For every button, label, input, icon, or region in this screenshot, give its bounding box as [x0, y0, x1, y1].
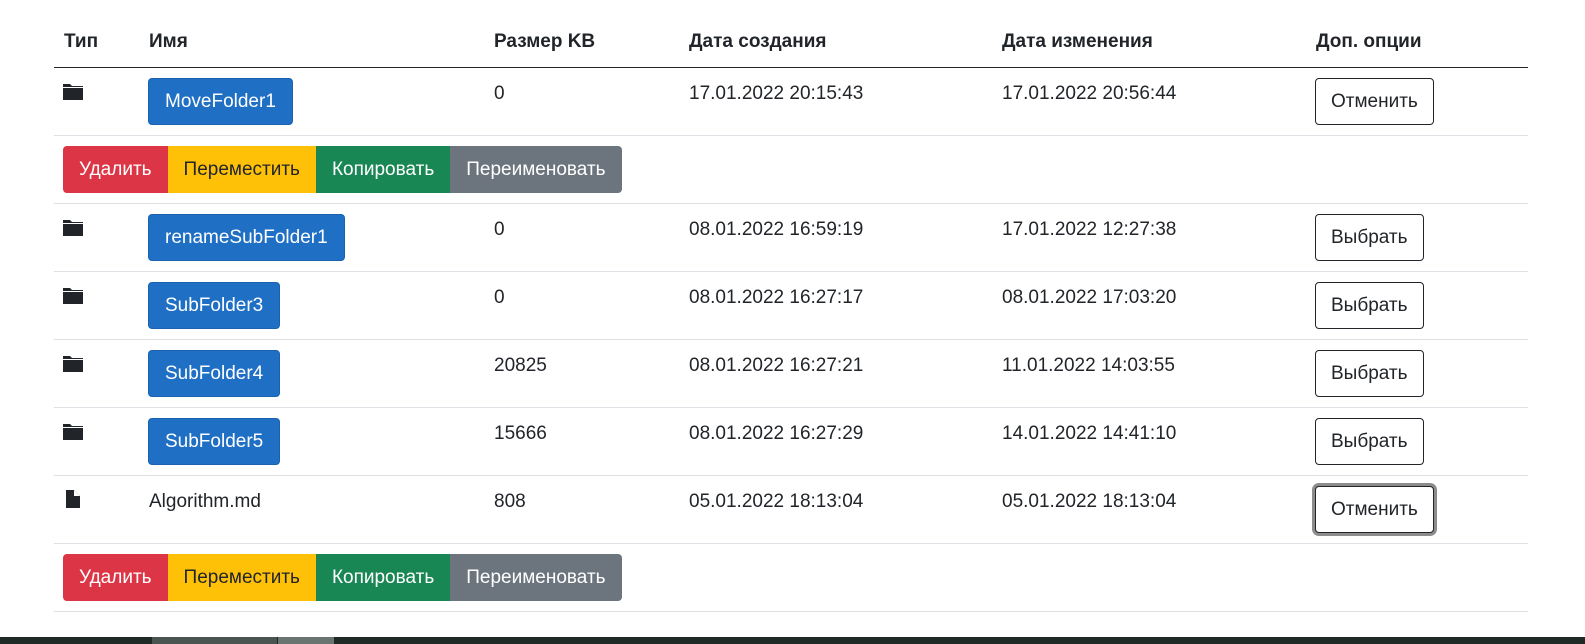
header-modified: Дата изменения	[1002, 31, 1153, 52]
created-cell: 08.01.2022 16:59:19	[689, 219, 864, 240]
modified-cell: 17.01.2022 20:56:44	[1002, 83, 1177, 104]
folder-name-button[interactable]: renameSubFolder1	[148, 214, 345, 261]
rename-button[interactable]: Переименовать	[450, 554, 622, 601]
copy-button[interactable]: Копировать	[315, 554, 451, 601]
created-cell: 08.01.2022 16:27:29	[689, 423, 864, 444]
folder-icon	[63, 220, 83, 236]
table-row: Algorithm.md 808 05.01.2022 18:13:04 05.…	[54, 476, 1528, 544]
table-row: renameSubFolder1 0 08.01.2022 16:59:19 1…	[54, 204, 1528, 272]
file-name[interactable]: Algorithm.md	[149, 491, 261, 513]
select-button[interactable]: Выбрать	[1315, 418, 1424, 465]
action-row: Удалить Переместить Копировать Переимено…	[54, 544, 1528, 612]
created-cell: 05.01.2022 18:13:04	[689, 491, 864, 512]
table-row: MoveFolder1 0 17.01.2022 20:15:43 17.01.…	[54, 68, 1528, 136]
folder-name-button[interactable]: SubFolder3	[148, 282, 281, 329]
taskbar	[0, 637, 1585, 644]
size-cell: 15666	[494, 423, 547, 444]
action-button-group: Удалить Переместить Копировать Переимено…	[63, 146, 622, 193]
modified-cell: 05.01.2022 18:13:04	[1002, 491, 1177, 512]
cancel-button[interactable]: Отменить	[1315, 486, 1434, 533]
size-cell: 0	[494, 287, 505, 308]
table-row: SubFolder5 15666 08.01.2022 16:27:29 14.…	[54, 408, 1528, 476]
file-table: Тип Имя Размер KB Дата создания Дата изм…	[54, 0, 1528, 612]
delete-button[interactable]: Удалить	[63, 146, 168, 193]
file-icon	[66, 490, 80, 508]
size-cell: 808	[494, 491, 526, 512]
modified-cell: 14.01.2022 14:41:10	[1002, 423, 1177, 444]
created-cell: 08.01.2022 16:27:17	[689, 287, 864, 308]
action-button-group: Удалить Переместить Копировать Переимено…	[63, 554, 622, 601]
modified-cell: 08.01.2022 17:03:20	[1002, 287, 1177, 308]
taskbar-item[interactable]	[278, 637, 334, 644]
folder-icon	[63, 84, 83, 100]
created-cell: 08.01.2022 16:27:21	[689, 355, 864, 376]
cancel-button[interactable]: Отменить	[1315, 78, 1434, 125]
rename-button[interactable]: Переименовать	[450, 146, 622, 193]
action-row: Удалить Переместить Копировать Переимено…	[54, 136, 1528, 204]
size-cell: 0	[494, 83, 505, 104]
move-button[interactable]: Переместить	[167, 146, 316, 193]
table-row: SubFolder3 0 08.01.2022 16:27:17 08.01.2…	[54, 272, 1528, 340]
header-type: Тип	[64, 31, 99, 52]
size-cell: 0	[494, 219, 505, 240]
table-row: SubFolder4 20825 08.01.2022 16:27:21 11.…	[54, 340, 1528, 408]
folder-name-button[interactable]: MoveFolder1	[148, 78, 293, 125]
select-button[interactable]: Выбрать	[1315, 282, 1424, 329]
header-created: Дата создания	[689, 31, 827, 52]
folder-icon	[63, 424, 83, 440]
header-name: Имя	[149, 31, 188, 52]
folder-icon	[63, 288, 83, 304]
header-options: Доп. опции	[1316, 31, 1422, 52]
header-size: Размер KB	[494, 31, 596, 52]
copy-button[interactable]: Копировать	[315, 146, 451, 193]
size-cell: 20825	[494, 355, 547, 376]
select-button[interactable]: Выбрать	[1315, 350, 1424, 397]
taskbar-item[interactable]	[152, 637, 277, 644]
folder-icon	[63, 356, 83, 372]
delete-button[interactable]: Удалить	[63, 554, 168, 601]
table-header: Тип Имя Размер KB Дата создания Дата изм…	[54, 0, 1528, 68]
select-button[interactable]: Выбрать	[1315, 214, 1424, 261]
modified-cell: 11.01.2022 14:03:55	[1002, 355, 1175, 376]
created-cell: 17.01.2022 20:15:43	[689, 83, 864, 104]
move-button[interactable]: Переместить	[167, 554, 316, 601]
folder-name-button[interactable]: SubFolder5	[148, 418, 281, 465]
folder-name-button[interactable]: SubFolder4	[148, 350, 281, 397]
modified-cell: 17.01.2022 12:27:38	[1002, 219, 1177, 240]
